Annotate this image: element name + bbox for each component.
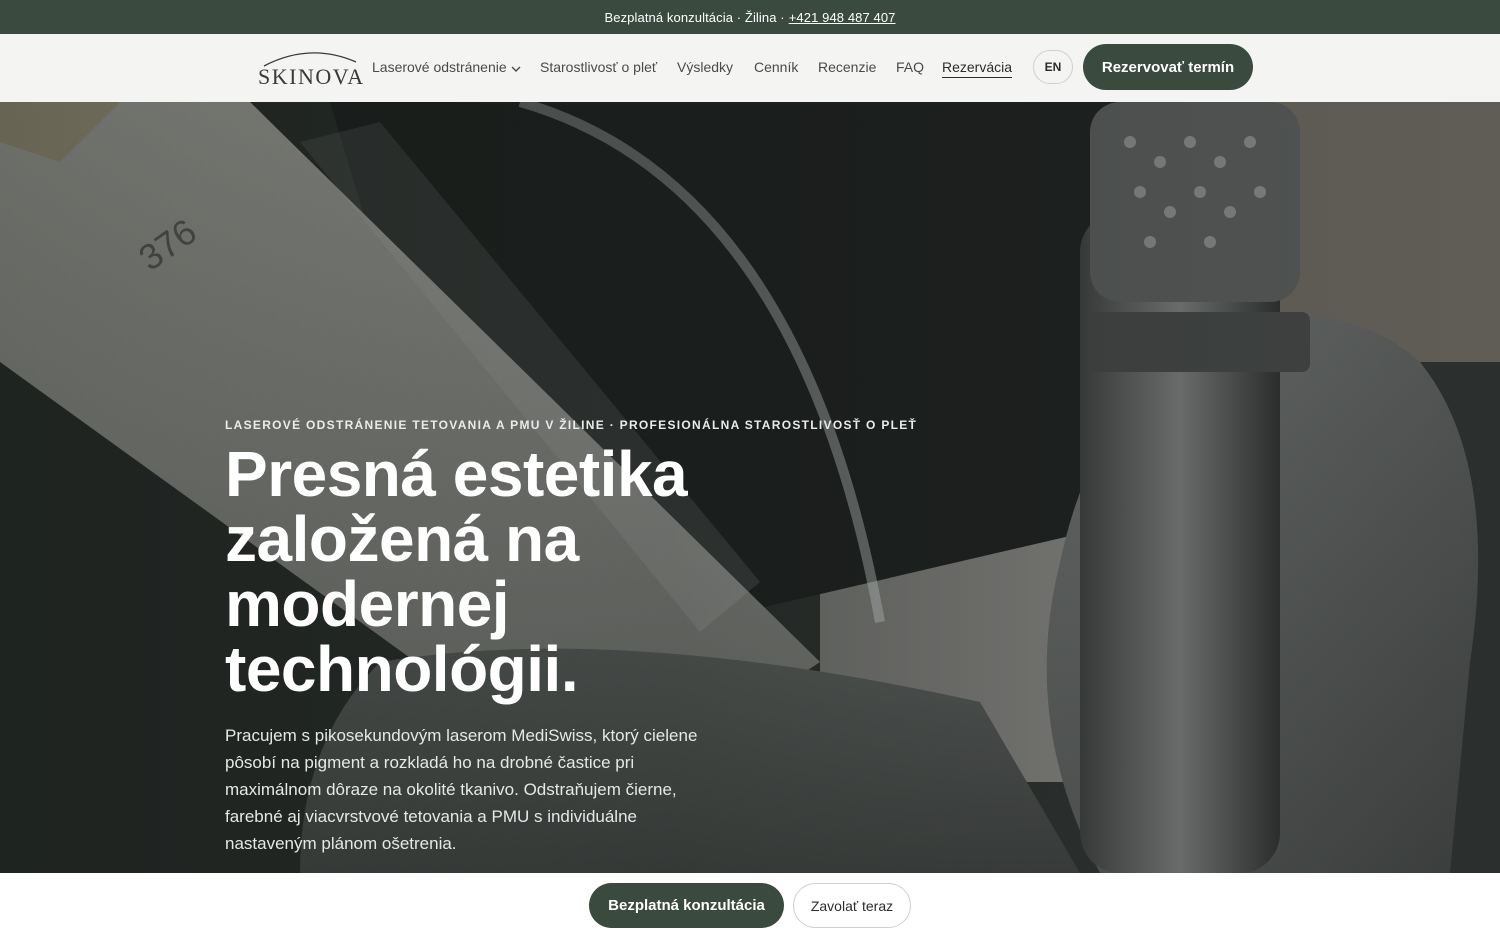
hero-eyebrow: LASEROVÉ ODSTRÁNENIE TETOVANIA A PMU V Ž…: [225, 418, 918, 432]
bottom-cta-bar: Bezplatná konzultácia Zavolať teraz: [0, 873, 1500, 938]
book-appointment-button[interactable]: Rezervovať termín: [1083, 44, 1253, 90]
nav-laser-removal[interactable]: Laserové odstránenie: [372, 59, 521, 76]
nav-laser-removal-label: Laserové odstránenie: [372, 59, 507, 75]
logo[interactable]: SKINOVA: [258, 48, 365, 90]
nav-pricing[interactable]: Cenník: [754, 59, 798, 75]
nav-faq[interactable]: FAQ: [896, 59, 924, 75]
nav-booking[interactable]: Rezervácia: [942, 59, 1013, 78]
nav-results[interactable]: Výsledky: [677, 59, 733, 75]
announcement-text: Bezplatná konzultácia · Žilina ·: [604, 9, 785, 25]
chevron-down-icon: [511, 60, 521, 76]
hero-lead-text: Pracujem s pikosekundovým laserom MediSw…: [225, 726, 698, 853]
free-consultation-button[interactable]: Bezplatná konzultácia: [589, 883, 784, 928]
hero-headline: Presná estetika založená na modernej tec…: [225, 438, 688, 705]
language-switch-button[interactable]: EN: [1033, 50, 1073, 84]
nav-skin-care[interactable]: Starostlivosť o pleť: [540, 59, 657, 75]
call-now-button[interactable]: Zavolať teraz: [793, 883, 911, 928]
logo-text: SKINOVA: [258, 64, 365, 89]
nav-reviews[interactable]: Recenzie: [818, 59, 876, 75]
hero-section: 376 LASEROVÉ ODSTRÁNENIE TETOVANIA A PMU…: [0, 102, 1500, 873]
phone-link[interactable]: +421 948 487 407: [789, 10, 896, 25]
announcement-bar: Bezplatná konzultácia · Žilina · +421 94…: [0, 0, 1500, 34]
main-navigation: SKINOVA Laserové odstránenie Starostlivo…: [0, 34, 1500, 102]
